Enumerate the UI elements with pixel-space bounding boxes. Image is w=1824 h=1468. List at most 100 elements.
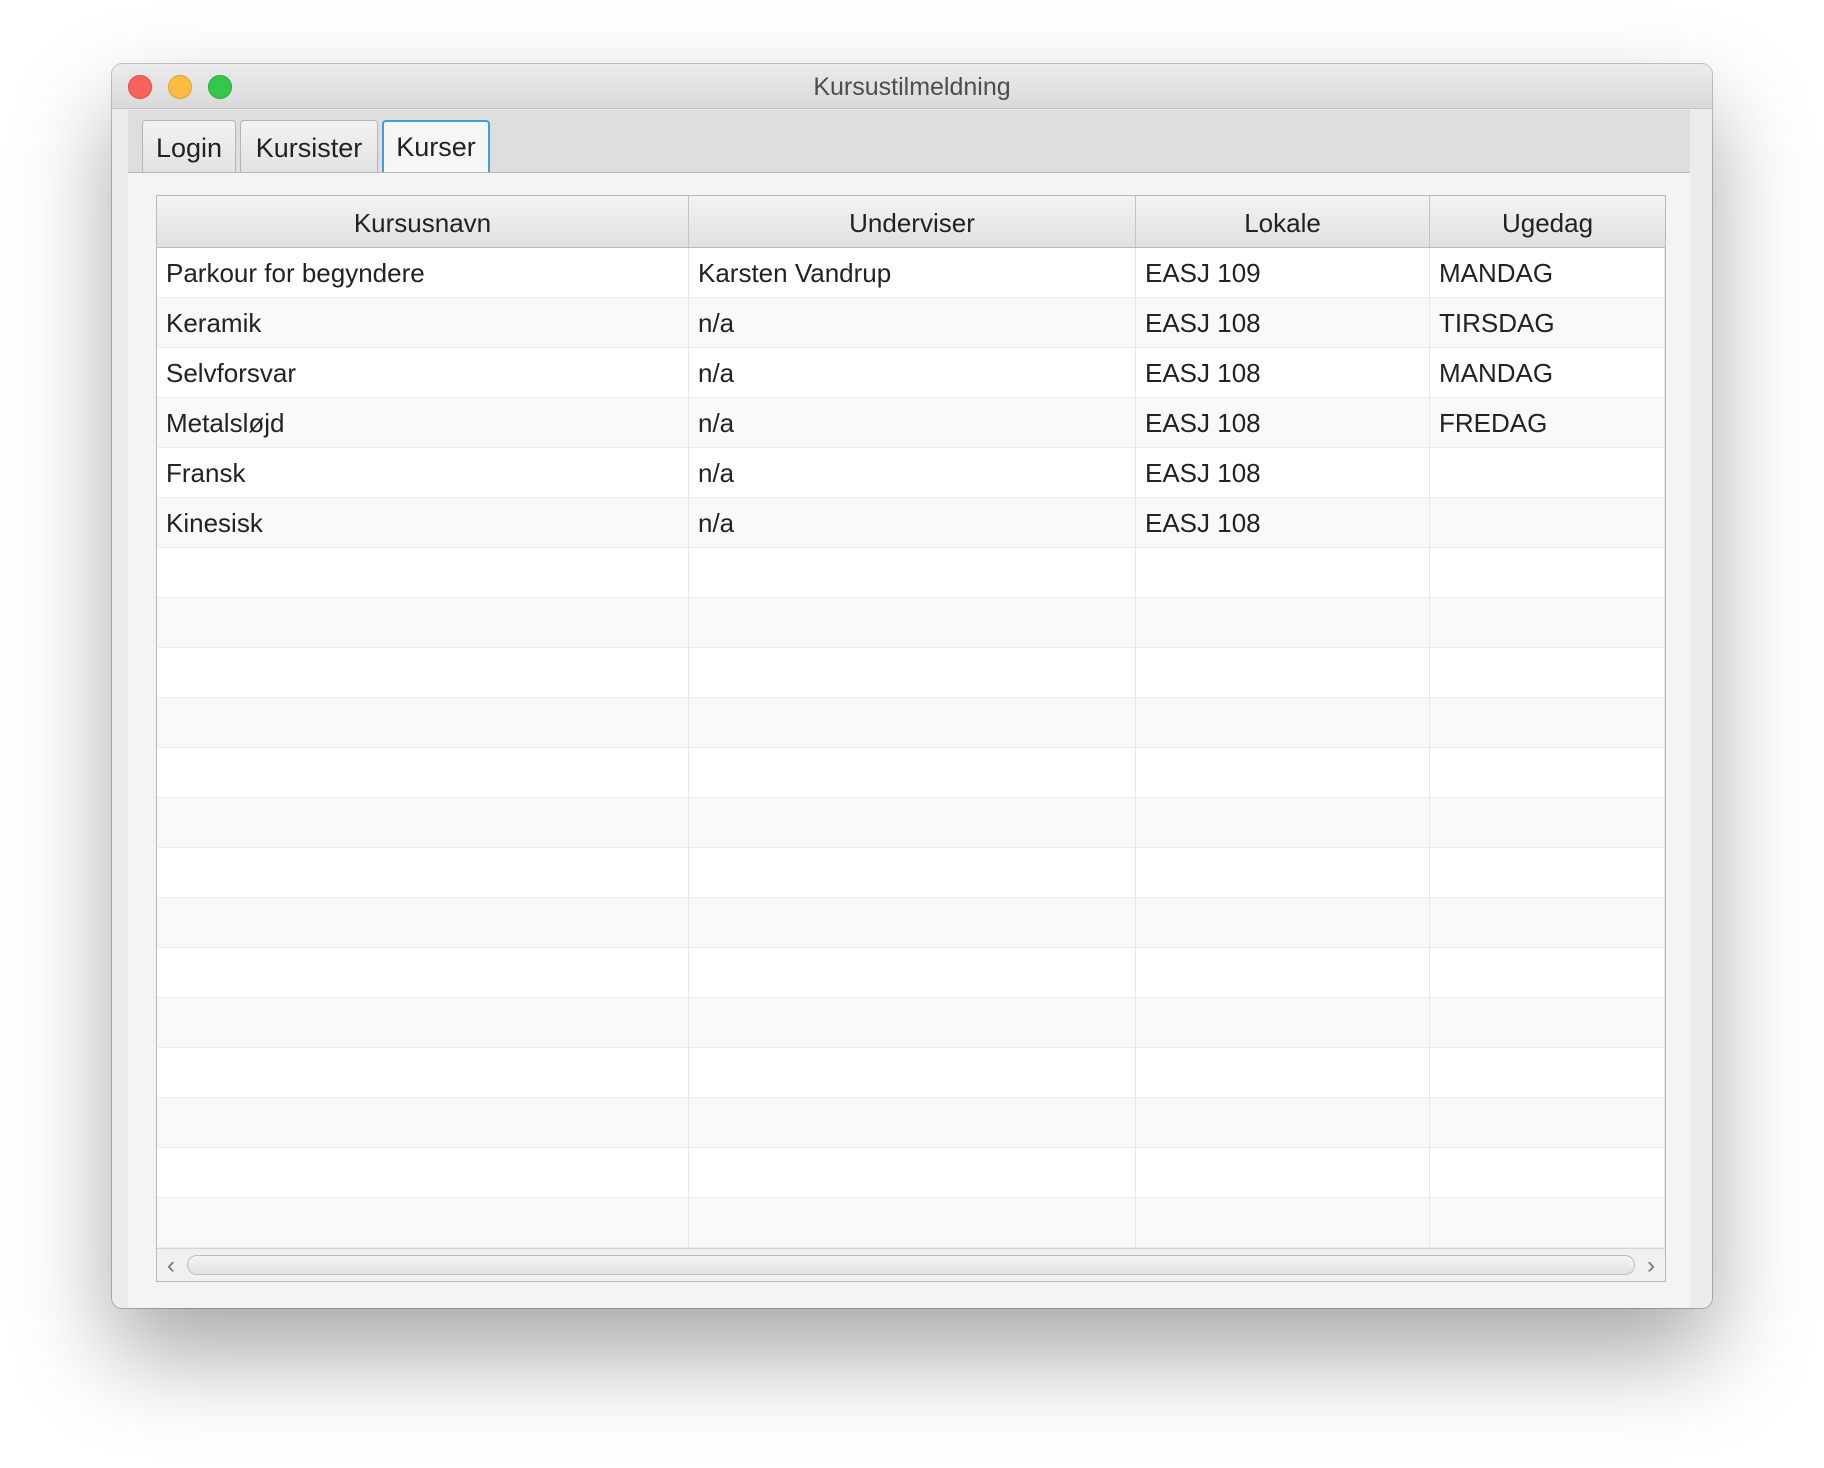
cell-underviser: [689, 1048, 1136, 1098]
tab-content-kurser: Kursusnavn Underviser Lokale Ugedag Park…: [128, 173, 1690, 1308]
cell-lokale: [1136, 798, 1430, 848]
horizontal-scrollbar[interactable]: ‹ ›: [157, 1248, 1665, 1281]
tab-login[interactable]: Login: [142, 120, 236, 172]
cell-kursusnavn: [157, 548, 689, 598]
title-bar: Kursustilmeldning: [112, 64, 1712, 109]
table-row[interactable]: Keramik n/a EASJ 108 TIRSDAG: [157, 298, 1665, 348]
empty-table-row[interactable]: [157, 948, 1665, 998]
column-header-underviser[interactable]: Underviser: [689, 196, 1136, 247]
cell-underviser: [689, 648, 1136, 698]
cell-ugedag: [1430, 498, 1665, 548]
table-row[interactable]: Fransk n/a EASJ 108: [157, 448, 1665, 498]
cell-lokale: [1136, 1198, 1430, 1248]
app-window: Kursustilmeldning Login Kursister Kurser…: [112, 64, 1712, 1308]
cell-lokale: EASJ 108: [1136, 298, 1430, 348]
cell-kursusnavn: Keramik: [157, 298, 689, 348]
cell-underviser: n/a: [689, 398, 1136, 448]
empty-table-row[interactable]: [157, 1198, 1665, 1248]
cell-underviser: n/a: [689, 298, 1136, 348]
window-title: Kursustilmeldning: [813, 73, 1011, 101]
cell-kursusnavn: [157, 998, 689, 1048]
cell-underviser: Karsten Vandrup: [689, 248, 1136, 298]
chevron-right-icon[interactable]: ›: [1639, 1249, 1663, 1281]
table-row[interactable]: Selvforsvar n/a EASJ 108 MANDAG: [157, 348, 1665, 398]
table-row[interactable]: Kinesisk n/a EASJ 108: [157, 498, 1665, 548]
cell-lokale: [1136, 898, 1430, 948]
column-header-kursusnavn[interactable]: Kursusnavn: [157, 196, 689, 247]
table-row[interactable]: Parkour for begyndere Karsten Vandrup EASJ…: [157, 248, 1665, 298]
cell-kursusnavn: [157, 1148, 689, 1198]
cell-ugedag: [1430, 948, 1665, 998]
cell-underviser: n/a: [689, 348, 1136, 398]
tab-kursister[interactable]: Kursister: [240, 120, 378, 172]
column-header-lokale[interactable]: Lokale: [1136, 196, 1430, 247]
cell-lokale: [1136, 1098, 1430, 1148]
empty-table-row[interactable]: [157, 1048, 1665, 1098]
courses-table[interactable]: Kursusnavn Underviser Lokale Ugedag Park…: [156, 195, 1666, 1282]
empty-table-row[interactable]: [157, 698, 1665, 748]
empty-table-row[interactable]: [157, 798, 1665, 848]
empty-table-row[interactable]: [157, 598, 1665, 648]
cell-underviser: [689, 548, 1136, 598]
cell-kursusnavn: [157, 748, 689, 798]
cell-underviser: n/a: [689, 448, 1136, 498]
column-header-ugedag[interactable]: Ugedag: [1430, 196, 1665, 247]
tab-bar: Login Kursister Kurser: [128, 110, 1690, 173]
cell-kursusnavn: Metalsløjd: [157, 398, 689, 448]
chevron-left-icon[interactable]: ‹: [159, 1249, 183, 1281]
cell-ugedag: [1430, 698, 1665, 748]
cell-ugedag: [1430, 798, 1665, 848]
cell-lokale: [1136, 598, 1430, 648]
cell-ugedag: [1430, 1148, 1665, 1198]
cell-underviser: [689, 1198, 1136, 1248]
cell-kursusnavn: [157, 898, 689, 948]
cell-ugedag: [1430, 1198, 1665, 1248]
cell-kursusnavn: [157, 648, 689, 698]
cell-ugedag: MANDAG: [1430, 348, 1665, 398]
table-body: Parkour for begyndere Karsten Vandrup EASJ…: [157, 248, 1665, 1248]
cell-lokale: EASJ 108: [1136, 498, 1430, 548]
cell-underviser: [689, 998, 1136, 1048]
cell-kursusnavn: [157, 598, 689, 648]
cell-underviser: [689, 698, 1136, 748]
cell-kursusnavn: [157, 1098, 689, 1148]
empty-table-row[interactable]: [157, 548, 1665, 598]
tab-kurser[interactable]: Kurser: [382, 120, 490, 172]
table-header: Kursusnavn Underviser Lokale Ugedag: [157, 196, 1665, 248]
cell-underviser: [689, 1148, 1136, 1198]
cell-ugedag: [1430, 748, 1665, 798]
empty-table-row[interactable]: [157, 898, 1665, 948]
cell-lokale: [1136, 1048, 1430, 1098]
cell-ugedag: MANDAG: [1430, 248, 1665, 298]
cell-kursusnavn: [157, 848, 689, 898]
cell-underviser: [689, 948, 1136, 998]
empty-table-row[interactable]: [157, 1148, 1665, 1198]
empty-table-row[interactable]: [157, 1098, 1665, 1148]
cell-ugedag: [1430, 1098, 1665, 1148]
cell-ugedag: [1430, 598, 1665, 648]
empty-table-row[interactable]: [157, 648, 1665, 698]
cell-underviser: [689, 848, 1136, 898]
empty-table-row[interactable]: [157, 848, 1665, 898]
cell-lokale: EASJ 108: [1136, 398, 1430, 448]
cell-lokale: [1136, 998, 1430, 1048]
cell-kursusnavn: Kinesisk: [157, 498, 689, 548]
cell-kursusnavn: [157, 798, 689, 848]
cell-kursusnavn: Selvforsvar: [157, 348, 689, 398]
cell-lokale: [1136, 698, 1430, 748]
table-row[interactable]: Metalsløjd n/a EASJ 108 FREDAG: [157, 398, 1665, 448]
cell-underviser: [689, 598, 1136, 648]
cell-ugedag: [1430, 1048, 1665, 1098]
empty-table-row[interactable]: [157, 998, 1665, 1048]
cell-underviser: [689, 748, 1136, 798]
empty-table-row[interactable]: [157, 748, 1665, 798]
cell-underviser: n/a: [689, 498, 1136, 548]
cell-lokale: [1136, 948, 1430, 998]
cell-lokale: [1136, 748, 1430, 798]
cell-underviser: [689, 898, 1136, 948]
cell-lokale: [1136, 1148, 1430, 1198]
cell-ugedag: [1430, 548, 1665, 598]
scrollbar-thumb[interactable]: [187, 1255, 1635, 1275]
cell-kursusnavn: [157, 948, 689, 998]
cell-lokale: [1136, 548, 1430, 598]
